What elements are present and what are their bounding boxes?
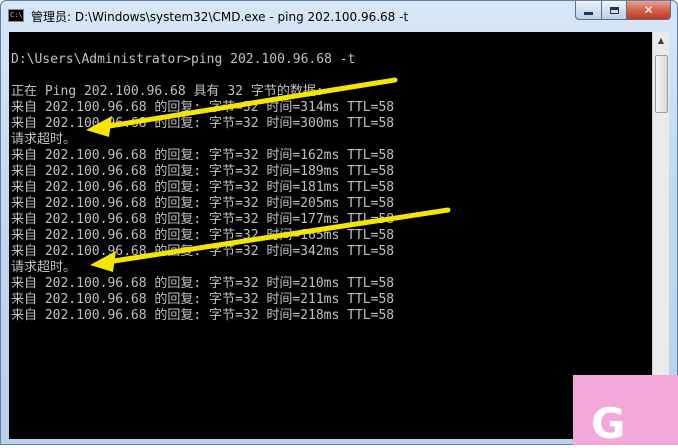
console-line: 来自 202.100.96.68 的回复: 字节=32 时间=218ms TTL… [11,308,395,323]
maximize-icon [609,6,619,14]
console-line: 来自 202.100.96.68 的回复: 字节=32 时间=162ms TTL… [11,148,395,163]
watermark-corner: G [573,375,678,445]
console-line: 来自 202.100.96.68 的回复: 字节=32 时间=177ms TTL… [11,212,395,227]
title-bar[interactable]: C:\ 管理员: D:\Windows\system32\CMD.exe - p… [1,1,677,31]
close-icon: ✕ [643,3,654,17]
console-line: 来自 202.100.96.68 的回复: 字节=32 时间=314ms TTL… [11,100,395,115]
console-line: D:\Users\Administrator>ping 202.100.96.6… [11,52,356,67]
close-button[interactable]: ✕ [627,1,671,20]
console-line: 来自 202.100.96.68 的回复: 字节=32 时间=205ms TTL… [11,196,395,211]
console-text: D:\Users\Administrator>ping 202.100.96.6… [11,52,394,324]
scrollbar-thumb[interactable] [655,55,668,113]
console-line: 来自 202.100.96.68 的回复: 字节=32 时间=165ms TTL… [11,228,395,243]
console-line: 正在 Ping 202.100.96.68 具有 32 字节的数据: [11,84,324,99]
console-line: 请求超时。 [11,132,77,147]
minimize-icon [584,11,593,15]
console-output[interactable]: D:\Users\Administrator>ping 202.100.96.6… [9,32,652,439]
console-line: 来自 202.100.96.68 的回复: 字节=32 时间=300ms TTL… [11,116,395,131]
window-title: 管理员: D:\Windows\system32\CMD.exe - ping … [31,10,409,24]
minimize-button[interactable] [575,1,601,20]
watermark-logo-icon: G [591,399,626,448]
console-line: 请求超时。 [11,260,77,275]
console-line: 来自 202.100.96.68 的回复: 字节=32 时间=189ms TTL… [11,164,395,179]
console-line: 来自 202.100.96.68 的回复: 字节=32 时间=342ms TTL… [11,244,395,259]
cmd-app-icon[interactable]: C:\ [8,9,24,22]
console-line: 来自 202.100.96.68 的回复: 字节=32 时间=181ms TTL… [11,180,395,195]
scroll-up-icon[interactable]: ▲ [653,32,669,49]
console-line: 来自 202.100.96.68 的回复: 字节=32 时间=211ms TTL… [11,292,395,307]
console-line: 来自 202.100.96.68 的回复: 字节=32 时间=210ms TTL… [11,276,395,291]
window-controls: ✕ [575,1,671,21]
maximize-button[interactable] [601,1,627,20]
